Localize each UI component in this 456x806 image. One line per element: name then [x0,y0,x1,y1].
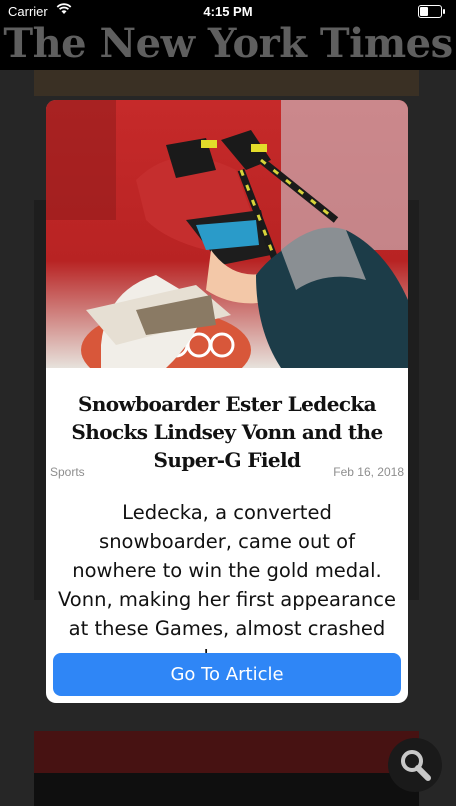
search-icon [401,750,431,781]
battery-icon [418,5,445,18]
go-to-article-button[interactable]: Go To Article [53,653,401,696]
article-section: Sports [50,465,85,479]
article-modal: Snowboarder Ester Ledecka Shocks Lindsey… [46,100,408,703]
article-image [46,100,408,390]
top-bar: Carrier 4:15 PM The New York Times [0,0,456,70]
masthead-logo: The New York Times [3,20,453,67]
article-date: Feb 16, 2018 [333,465,404,479]
search-button[interactable] [388,738,442,792]
status-time: 4:15 PM [203,4,253,19]
article-headline[interactable]: Snowboarder Ester Ledecka Shocks Lindsey… [56,390,398,474]
article-summary: Ledecka, a converted snowboarder, came o… [57,501,397,669]
